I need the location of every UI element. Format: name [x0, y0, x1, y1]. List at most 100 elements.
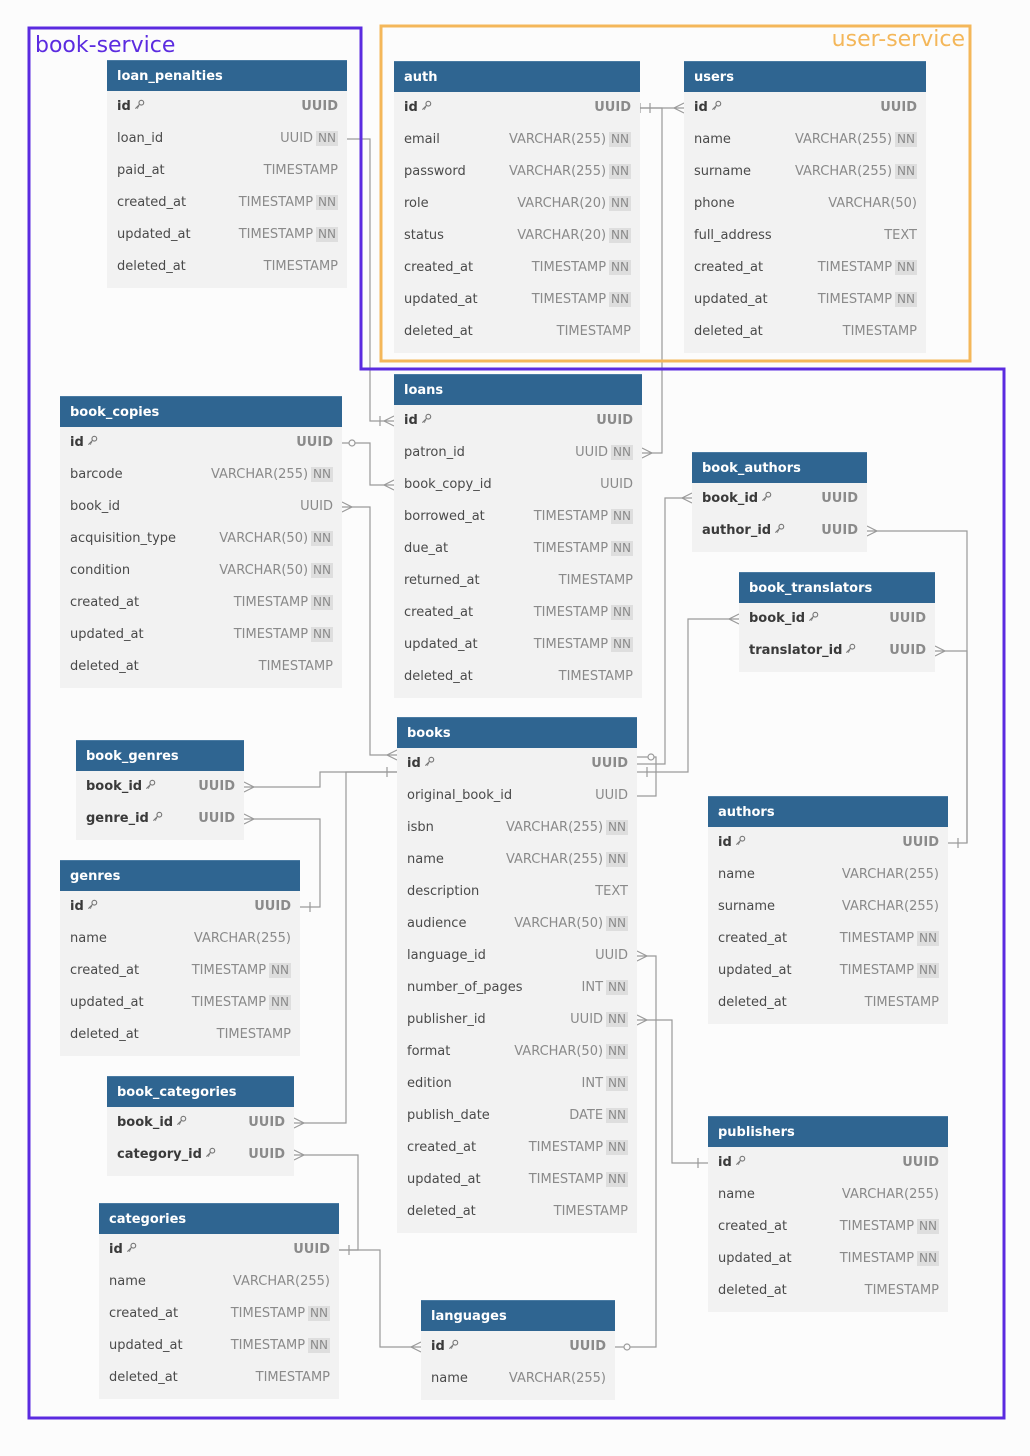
- table-header[interactable]: loans: [394, 374, 642, 405]
- table-header[interactable]: users: [684, 61, 926, 92]
- field-row[interactable]: created_at TIMESTAMP NN: [397, 1132, 637, 1164]
- field-row[interactable]: name VARCHAR(255) NN: [397, 844, 637, 876]
- field-row[interactable]: updated_at TIMESTAMP NN: [99, 1330, 339, 1362]
- field-row[interactable]: loan_id UUID NN: [107, 123, 347, 155]
- field-row[interactable]: deleted_at TIMESTAMP: [99, 1362, 339, 1394]
- field-row[interactable]: updated_at TIMESTAMP NN: [684, 284, 926, 316]
- table-header[interactable]: loan_penalties: [107, 60, 347, 91]
- field-row[interactable]: number_of_pages INT NN: [397, 972, 637, 1004]
- field-row[interactable]: description TEXT: [397, 876, 637, 908]
- table-books[interactable]: books id UUID original_book_id UUID isbn VARCH…: [397, 717, 637, 1233]
- field-row[interactable]: deleted_at TIMESTAMP: [60, 651, 342, 683]
- field-row[interactable]: updated_at TIMESTAMP NN: [708, 1243, 948, 1275]
- field-row[interactable]: paid_at TIMESTAMP: [107, 155, 347, 187]
- table-header[interactable]: book_authors: [692, 452, 867, 483]
- field-row[interactable]: book_copy_id UUID: [394, 469, 642, 501]
- table-header[interactable]: genres: [60, 860, 300, 891]
- field-row[interactable]: borrowed_at TIMESTAMP NN: [394, 501, 642, 533]
- field-row[interactable]: condition VARCHAR(50) NN: [60, 555, 342, 587]
- field-row[interactable]: book_id UUID: [692, 483, 867, 515]
- table-book-translators[interactable]: book_translators book_id UUID translator_id…: [739, 572, 935, 672]
- field-row[interactable]: updated_at TIMESTAMP NN: [708, 955, 948, 987]
- field-row[interactable]: publisher_id UUID NN: [397, 1004, 637, 1036]
- table-book-genres[interactable]: book_genres book_id UUID genre_id UUID: [76, 740, 244, 840]
- table-header[interactable]: categories: [99, 1203, 339, 1234]
- field-row[interactable]: name VARCHAR(255): [99, 1266, 339, 1298]
- field-row[interactable]: book_id UUID: [60, 491, 342, 523]
- field-row[interactable]: id UUID: [60, 427, 342, 459]
- field-row[interactable]: isbn VARCHAR(255) NN: [397, 812, 637, 844]
- field-row[interactable]: author_id UUID: [692, 515, 867, 547]
- field-row[interactable]: original_book_id UUID: [397, 780, 637, 812]
- field-row[interactable]: category_id UUID: [107, 1139, 294, 1171]
- field-row[interactable]: id UUID: [708, 827, 948, 859]
- field-row[interactable]: name VARCHAR(255): [708, 859, 948, 891]
- field-row[interactable]: id UUID: [60, 891, 300, 923]
- field-row[interactable]: id UUID: [394, 405, 642, 437]
- table-header[interactable]: publishers: [708, 1116, 948, 1147]
- field-row[interactable]: name VARCHAR(255): [708, 1179, 948, 1211]
- field-row[interactable]: book_id UUID: [76, 771, 244, 803]
- table-authors[interactable]: authors id UUID name VARCHAR(255) surname VARC…: [708, 796, 948, 1024]
- field-row[interactable]: book_id UUID: [107, 1107, 294, 1139]
- field-row[interactable]: edition INT NN: [397, 1068, 637, 1100]
- field-row[interactable]: full_address TEXT: [684, 220, 926, 252]
- field-row[interactable]: acquisition_type VARCHAR(50) NN: [60, 523, 342, 555]
- field-row[interactable]: created_at TIMESTAMP NN: [60, 587, 342, 619]
- field-row[interactable]: status VARCHAR(20) NN: [394, 220, 640, 252]
- table-header[interactable]: book_categories: [107, 1076, 294, 1107]
- table-book-categories[interactable]: book_categories book_id UUID category_id UUI…: [107, 1076, 294, 1176]
- field-row[interactable]: created_at TIMESTAMP NN: [708, 923, 948, 955]
- field-row[interactable]: patron_id UUID NN: [394, 437, 642, 469]
- field-row[interactable]: surname VARCHAR(255) NN: [684, 156, 926, 188]
- table-book-authors[interactable]: book_authors book_id UUID author_id UUID: [692, 452, 867, 552]
- field-row[interactable]: created_at TIMESTAMP NN: [107, 187, 347, 219]
- field-row[interactable]: id UUID: [684, 92, 926, 124]
- field-row[interactable]: updated_at TIMESTAMP NN: [394, 629, 642, 661]
- field-row[interactable]: id UUID: [394, 92, 640, 124]
- field-row[interactable]: returned_at TIMESTAMP: [394, 565, 642, 597]
- table-header[interactable]: books: [397, 717, 637, 748]
- field-row[interactable]: barcode VARCHAR(255) NN: [60, 459, 342, 491]
- field-row[interactable]: due_at TIMESTAMP NN: [394, 533, 642, 565]
- field-row[interactable]: deleted_at TIMESTAMP: [394, 661, 642, 693]
- field-row[interactable]: name VARCHAR(255) NN: [684, 124, 926, 156]
- field-row[interactable]: updated_at TIMESTAMP NN: [60, 987, 300, 1019]
- field-row[interactable]: created_at TIMESTAMP NN: [708, 1211, 948, 1243]
- field-row[interactable]: deleted_at TIMESTAMP: [60, 1019, 300, 1051]
- table-loans[interactable]: loans id UUID patron_id UUID NN book_copy_id UU…: [394, 374, 642, 698]
- field-row[interactable]: password VARCHAR(255) NN: [394, 156, 640, 188]
- field-row[interactable]: created_at TIMESTAMP NN: [60, 955, 300, 987]
- table-languages[interactable]: languages id UUID name VARCHAR(255): [421, 1300, 615, 1400]
- field-row[interactable]: updated_at TIMESTAMP NN: [394, 284, 640, 316]
- table-header[interactable]: book_genres: [76, 740, 244, 771]
- field-row[interactable]: format VARCHAR(50) NN: [397, 1036, 637, 1068]
- table-header[interactable]: authors: [708, 796, 948, 827]
- field-row[interactable]: created_at TIMESTAMP NN: [99, 1298, 339, 1330]
- table-publishers[interactable]: publishers id UUID name VARCHAR(255) created_…: [708, 1116, 948, 1312]
- field-row[interactable]: phone VARCHAR(50): [684, 188, 926, 220]
- table-header[interactable]: auth: [394, 61, 640, 92]
- field-row[interactable]: genre_id UUID: [76, 803, 244, 835]
- field-row[interactable]: deleted_at TIMESTAMP: [708, 987, 948, 1019]
- field-row[interactable]: language_id UUID: [397, 940, 637, 972]
- field-row[interactable]: created_at TIMESTAMP NN: [394, 597, 642, 629]
- field-row[interactable]: id UUID: [397, 748, 637, 780]
- field-row[interactable]: deleted_at TIMESTAMP: [394, 316, 640, 348]
- table-header[interactable]: book_translators: [739, 572, 935, 603]
- field-row[interactable]: created_at TIMESTAMP NN: [684, 252, 926, 284]
- table-loan-penalties[interactable]: loan_penalties id UUID loan_id UUID NN paid_at…: [107, 60, 347, 288]
- field-row[interactable]: created_at TIMESTAMP NN: [394, 252, 640, 284]
- field-row[interactable]: id UUID: [99, 1234, 339, 1266]
- field-row[interactable]: updated_at TIMESTAMP NN: [107, 219, 347, 251]
- field-row[interactable]: id UUID: [421, 1331, 615, 1363]
- field-row[interactable]: book_id UUID: [739, 603, 935, 635]
- field-row[interactable]: role VARCHAR(20) NN: [394, 188, 640, 220]
- table-header[interactable]: book_copies: [60, 396, 342, 427]
- field-row[interactable]: translator_id UUID: [739, 635, 935, 667]
- table-users[interactable]: users id UUID name VARCHAR(255) NN surname VARC…: [684, 61, 926, 353]
- table-book-copies[interactable]: book_copies id UUID barcode VARCHAR(255) NN bo…: [60, 396, 342, 688]
- field-row[interactable]: deleted_at TIMESTAMP: [684, 316, 926, 348]
- field-row[interactable]: audience VARCHAR(50) NN: [397, 908, 637, 940]
- field-row[interactable]: email VARCHAR(255) NN: [394, 124, 640, 156]
